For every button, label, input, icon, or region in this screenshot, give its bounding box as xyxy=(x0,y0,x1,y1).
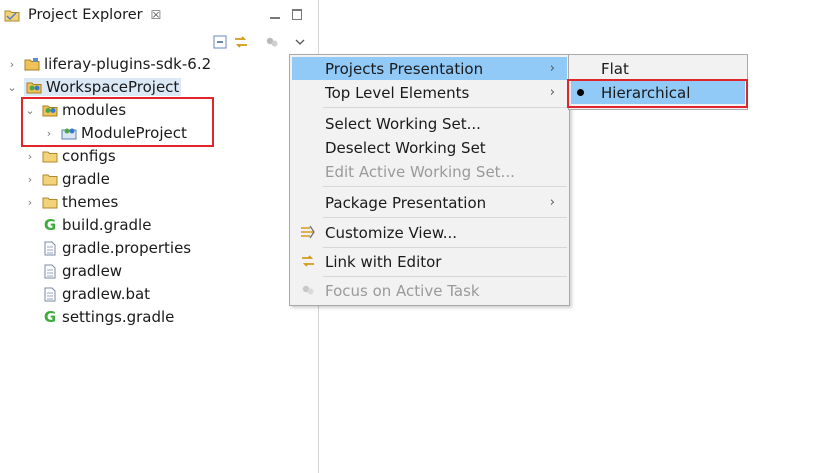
menu-item-label: Customize View... xyxy=(325,223,458,242)
folder-icon xyxy=(42,171,58,187)
menu-item-deselect-working-set[interactable]: Deselect Working Set xyxy=(292,136,567,159)
chevron-right-icon[interactable]: › xyxy=(24,196,36,209)
collapse-all-icon[interactable] xyxy=(210,32,230,52)
tree-item-label: gradlew xyxy=(62,262,123,280)
menu-item-label: Select Working Set... xyxy=(325,114,481,133)
link-editor-icon xyxy=(300,253,316,269)
menu-item-label: Package Presentation xyxy=(325,193,487,212)
tree-item-label: gradle.properties xyxy=(62,239,192,257)
tree-item-themes[interactable]: › themes xyxy=(24,191,118,213)
tree-item-label: liferay-plugins-sdk-6.2 xyxy=(44,55,212,73)
tree-item-gradlew[interactable]: gradlew xyxy=(42,260,122,282)
view-menu-icon[interactable] xyxy=(290,32,310,52)
tree-item-configs[interactable]: › configs xyxy=(24,145,116,167)
menu-item-select-working-set[interactable]: Select Working Set... xyxy=(292,112,567,135)
menu-item-focus-active-task: Focus on Active Task xyxy=(292,279,567,302)
tree-item-label: gradle xyxy=(62,170,110,188)
panel-title: Project Explorer xyxy=(28,7,143,23)
menu-item-top-level-elements[interactable]: Top Level Elements › xyxy=(292,81,567,104)
tree-item-workspace-project[interactable]: ⌄ WorkspaceProject xyxy=(6,76,182,98)
tree-item-label: gradlew.bat xyxy=(62,285,151,303)
close-icon[interactable]: ☒ xyxy=(151,8,162,22)
project-explorer-panel: Project Explorer ☒ › liferay-plugins-sdk… xyxy=(0,0,319,473)
focus-task-icon xyxy=(300,282,316,298)
menu-item-label: Focus on Active Task xyxy=(325,281,480,300)
menu-item-label: Deselect Working Set xyxy=(325,138,486,157)
tree-item-label: settings.gradle xyxy=(62,308,175,326)
submenu-arrow-icon: › xyxy=(549,85,555,100)
chevron-right-icon[interactable]: › xyxy=(6,58,18,71)
menu-item-label: Edit Active Working Set... xyxy=(325,162,515,181)
menu-separator xyxy=(323,186,567,187)
file-icon xyxy=(42,240,58,256)
menu-separator xyxy=(323,107,567,108)
chevron-down-icon[interactable]: ⌄ xyxy=(6,81,18,94)
folder-icon xyxy=(42,148,58,164)
submenu-arrow-icon: › xyxy=(549,195,555,210)
workspace-project-icon xyxy=(26,79,42,95)
folder-project-icon xyxy=(24,56,40,72)
menu-item-projects-presentation[interactable]: Projects Presentation › xyxy=(292,57,567,80)
tree-item-gradle-properties[interactable]: gradle.properties xyxy=(42,237,191,259)
menu-item-customize-view[interactable]: Customize View... xyxy=(292,221,567,244)
tree-item-settings-gradle[interactable]: G settings.gradle xyxy=(42,306,175,328)
gradle-file-icon: G xyxy=(43,308,57,326)
selection-highlight: WorkspaceProject xyxy=(24,78,182,96)
file-icon xyxy=(42,286,58,302)
tree-item-label: build.gradle xyxy=(62,216,152,234)
focus-task-icon[interactable] xyxy=(262,32,282,52)
menu-separator xyxy=(323,217,567,218)
tree-item-build-gradle[interactable]: G build.gradle xyxy=(42,214,152,236)
tree-item-gradlew-bat[interactable]: gradlew.bat xyxy=(42,283,150,305)
project-explorer-tab[interactable]: Project Explorer ☒ xyxy=(0,0,163,30)
menu-item-package-presentation[interactable]: Package Presentation › xyxy=(292,191,567,214)
maximize-icon[interactable] xyxy=(290,7,304,21)
folder-icon xyxy=(42,194,58,210)
tree-item-liferay-sdk[interactable]: › liferay-plugins-sdk-6.2 xyxy=(6,53,211,75)
customize-view-icon xyxy=(300,224,316,240)
chevron-right-icon[interactable]: › xyxy=(24,173,36,186)
annotation-box-hierarchical xyxy=(567,79,748,108)
menu-item-label: Link with Editor xyxy=(325,252,442,271)
menu-separator xyxy=(323,247,567,248)
menu-item-label: Top Level Elements xyxy=(325,83,470,102)
view-context-menu: Projects Presentation › Top Level Elemen… xyxy=(289,54,570,306)
view-tab-bar: Project Explorer ☒ xyxy=(0,0,318,30)
minimize-icon[interactable] xyxy=(268,7,282,21)
tree-item-label: themes xyxy=(62,193,119,211)
annotation-box-modules xyxy=(21,97,214,147)
file-icon xyxy=(42,263,58,279)
submenu-item-flat[interactable]: Flat xyxy=(571,57,745,80)
menu-separator xyxy=(323,276,567,277)
tree-item-label: configs xyxy=(62,147,116,165)
tree-item-gradle[interactable]: › gradle xyxy=(24,168,110,190)
gradle-file-icon: G xyxy=(43,216,57,234)
link-with-editor-icon[interactable] xyxy=(231,32,251,52)
menu-item-label: Projects Presentation xyxy=(325,59,484,78)
menu-item-label: Flat xyxy=(601,59,629,78)
menu-item-edit-active-working-set: Edit Active Working Set... xyxy=(292,160,567,183)
submenu-arrow-icon: › xyxy=(549,61,555,76)
menu-item-link-with-editor[interactable]: Link with Editor xyxy=(292,250,567,273)
tree-item-label: WorkspaceProject xyxy=(46,78,180,96)
chevron-right-icon[interactable]: › xyxy=(24,150,36,163)
project-explorer-icon xyxy=(4,7,20,23)
